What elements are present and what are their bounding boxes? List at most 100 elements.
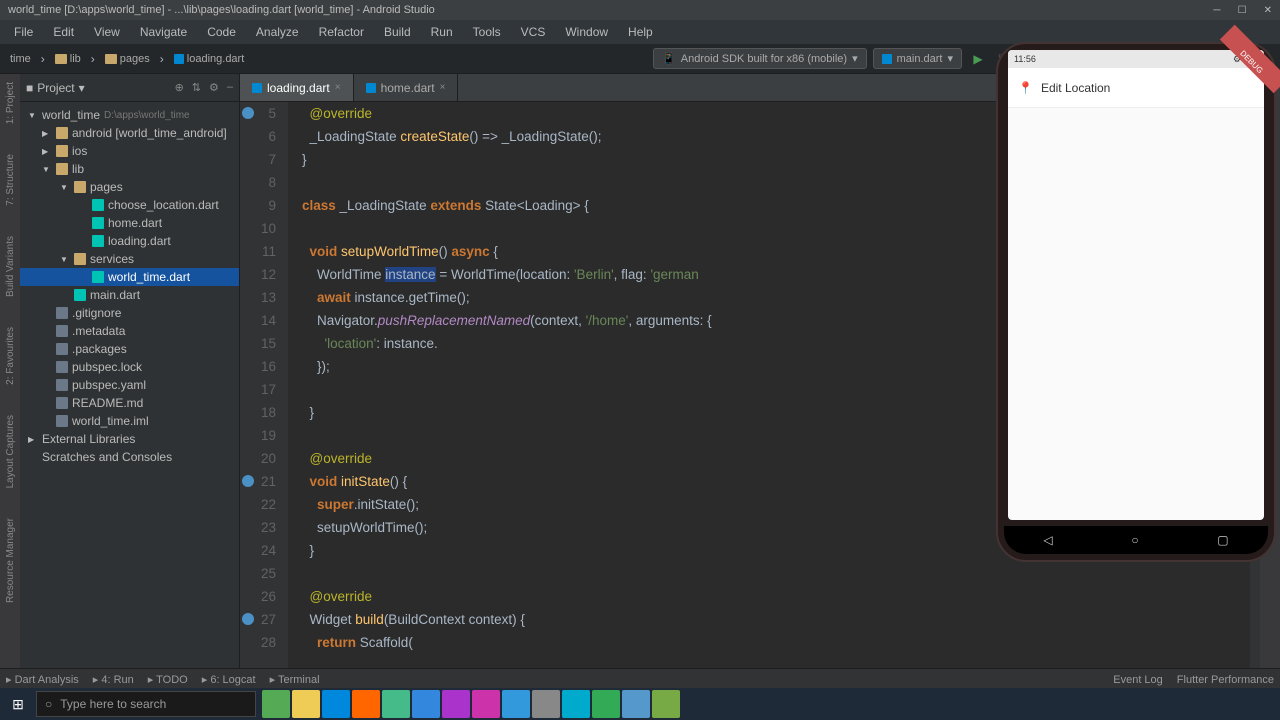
crumb-3[interactable]: loading.dart (170, 51, 249, 67)
close-tab-icon[interactable]: × (440, 82, 446, 93)
menu-help[interactable]: Help (618, 21, 663, 43)
app-bar[interactable]: 📍 Edit Location (1008, 68, 1264, 108)
close-tab-icon[interactable]: × (335, 82, 341, 93)
tree--packages[interactable]: .packages (20, 340, 239, 358)
emulator-frame: DEBUG 11:56⚙ ◇ ▮ 📍 Edit Location ◁ ○ ▢ (996, 42, 1276, 562)
taskbar-app-1[interactable] (292, 690, 320, 718)
tree-pubspec-lock[interactable]: pubspec.lock (20, 358, 239, 376)
taskbar-app-13[interactable] (652, 690, 680, 718)
taskbar-app-2[interactable] (322, 690, 350, 718)
tree-readme-md[interactable]: README.md (20, 394, 239, 412)
taskbar-app-11[interactable] (592, 690, 620, 718)
tree-choose_location-dart[interactable]: choose_location.dart (20, 196, 239, 214)
tree--metadata[interactable]: .metadata (20, 322, 239, 340)
tree-scratches-and-consoles[interactable]: Scratches and Consoles (20, 448, 239, 466)
minimize-icon[interactable]: ─ (1213, 5, 1220, 16)
project-view-selector[interactable]: ■ Project ▾ (26, 81, 85, 95)
tool-layout-captures[interactable]: Layout Captures (5, 415, 16, 488)
nav-home-icon[interactable]: ○ (1131, 533, 1138, 547)
tree-world_time[interactable]: ▼world_time D:\apps\world_time (20, 106, 239, 124)
bottom-tab-flutter-performance[interactable]: Flutter Performance (1177, 674, 1274, 686)
collapse-all-icon[interactable]: ⇅ (192, 81, 201, 94)
taskbar-app-7[interactable] (472, 690, 500, 718)
bottom-tool-tabs: ▸ Dart Analysis ▸ 4: Run ▸ TODO ▸ 6: Logcat… (0, 668, 1280, 690)
device-selector[interactable]: 📱 Android SDK built for x86 (mobile) ▾ (653, 48, 867, 69)
menu-view[interactable]: View (84, 21, 130, 43)
menu-run[interactable]: Run (421, 21, 463, 43)
tree-android-world_time_android-[interactable]: ▶android [world_time_android] (20, 124, 239, 142)
menu-edit[interactable]: Edit (43, 21, 84, 43)
left-tool-strip: 1: Project 7: Structure Build Variants 2: F… (0, 74, 20, 668)
run-button[interactable]: ▶ (968, 49, 988, 69)
taskbar-app-6[interactable] (442, 690, 470, 718)
menu-vcs[interactable]: VCS (511, 21, 556, 43)
window-title: world_time [D:\apps\world_time] - ...\li… (8, 4, 435, 16)
hide-icon[interactable]: – (227, 81, 233, 94)
tab-loading-dart[interactable]: loading.dart× (240, 74, 354, 101)
bottom-tab-6-logcat[interactable]: ▸ 6: Logcat (202, 673, 256, 686)
tree-world_time-iml[interactable]: world_time.iml (20, 412, 239, 430)
menu-code[interactable]: Code (197, 21, 246, 43)
menu-tools[interactable]: Tools (463, 21, 511, 43)
tree-home-dart[interactable]: home.dart (20, 214, 239, 232)
tree-pages[interactable]: ▼pages (20, 178, 239, 196)
taskbar-app-5[interactable] (412, 690, 440, 718)
crumb-0[interactable]: time (6, 51, 35, 67)
tree-lib[interactable]: ▼lib (20, 160, 239, 178)
main-menu: FileEditViewNavigateCodeAnalyzeRefactorB… (0, 20, 1280, 44)
appbar-title: Edit Location (1041, 81, 1110, 95)
maximize-icon[interactable]: ☐ (1238, 5, 1247, 16)
menu-refactor[interactable]: Refactor (309, 21, 374, 43)
taskbar-search[interactable]: ○ Type here to search (36, 691, 256, 717)
scroll-from-source-icon[interactable]: ⊕ (175, 81, 184, 94)
menu-window[interactable]: Window (555, 21, 618, 43)
tree-ios[interactable]: ▶ios (20, 142, 239, 160)
tool-2-favourites[interactable]: 2: Favourites (5, 327, 16, 385)
bottom-tab-4-run[interactable]: ▸ 4: Run (93, 673, 134, 686)
menu-build[interactable]: Build (374, 21, 421, 43)
taskbar-app-0[interactable] (262, 690, 290, 718)
windows-taskbar[interactable]: ⊞ ○ Type here to search (0, 688, 1280, 720)
tool-build-variants[interactable]: Build Variants (5, 236, 16, 297)
gear-icon[interactable]: ⚙ (209, 81, 219, 94)
taskbar-app-9[interactable] (532, 690, 560, 718)
tree-services[interactable]: ▼services (20, 250, 239, 268)
menu-analyze[interactable]: Analyze (246, 21, 309, 43)
menu-file[interactable]: File (4, 21, 43, 43)
taskbar-app-12[interactable] (622, 690, 650, 718)
android-nav-bar[interactable]: ◁ ○ ▢ (1004, 526, 1268, 554)
bottom-tab-todo[interactable]: ▸ TODO (148, 673, 188, 686)
taskbar-app-3[interactable] (352, 690, 380, 718)
nav-back-icon[interactable]: ◁ (1043, 533, 1052, 547)
tool-7-structure[interactable]: 7: Structure (5, 154, 16, 206)
phone-clock: 11:56 (1014, 54, 1036, 64)
tool-1-project[interactable]: 1: Project (5, 82, 16, 124)
tree-main-dart[interactable]: main.dart (20, 286, 239, 304)
menu-navigate[interactable]: Navigate (130, 21, 197, 43)
start-button[interactable]: ⊞ (0, 688, 36, 720)
tree-loading-dart[interactable]: loading.dart (20, 232, 239, 250)
tree-pubspec-yaml[interactable]: pubspec.yaml (20, 376, 239, 394)
location-icon: 📍 (1018, 81, 1033, 95)
tree-world_time-dart[interactable]: world_time.dart (20, 268, 239, 286)
nav-recent-icon[interactable]: ▢ (1217, 533, 1228, 547)
tree--gitignore[interactable]: .gitignore (20, 304, 239, 322)
project-tree[interactable]: ▼world_time D:\apps\world_time▶android [… (20, 102, 239, 668)
window-titlebar: world_time [D:\apps\world_time] - ...\li… (0, 0, 1280, 20)
tab-home-dart[interactable]: home.dart× (354, 74, 459, 101)
close-icon[interactable]: ✕ (1264, 5, 1272, 16)
project-tool-window: ■ Project ▾ ⊕ ⇅ ⚙ – ▼world_time D:\apps\… (20, 74, 240, 668)
bottom-tab-terminal[interactable]: ▸ Terminal (270, 673, 320, 686)
taskbar-app-4[interactable] (382, 690, 410, 718)
crumb-2[interactable]: pages (101, 51, 154, 67)
tool-resource-manager[interactable]: Resource Manager (5, 518, 16, 603)
bottom-tab-dart-analysis[interactable]: ▸ Dart Analysis (6, 673, 79, 686)
editor-gutter[interactable]: 5678910111213141516171819202122232425262… (240, 102, 288, 668)
run-config-selector[interactable]: main.dart ▾ (873, 48, 962, 69)
bottom-tab-event-log[interactable]: Event Log (1113, 674, 1163, 686)
emulator-screen[interactable]: 11:56⚙ ◇ ▮ 📍 Edit Location (1008, 50, 1264, 520)
taskbar-app-8[interactable] (502, 690, 530, 718)
crumb-1[interactable]: lib (51, 51, 85, 67)
tree-external-libraries[interactable]: ▶External Libraries (20, 430, 239, 448)
taskbar-app-10[interactable] (562, 690, 590, 718)
